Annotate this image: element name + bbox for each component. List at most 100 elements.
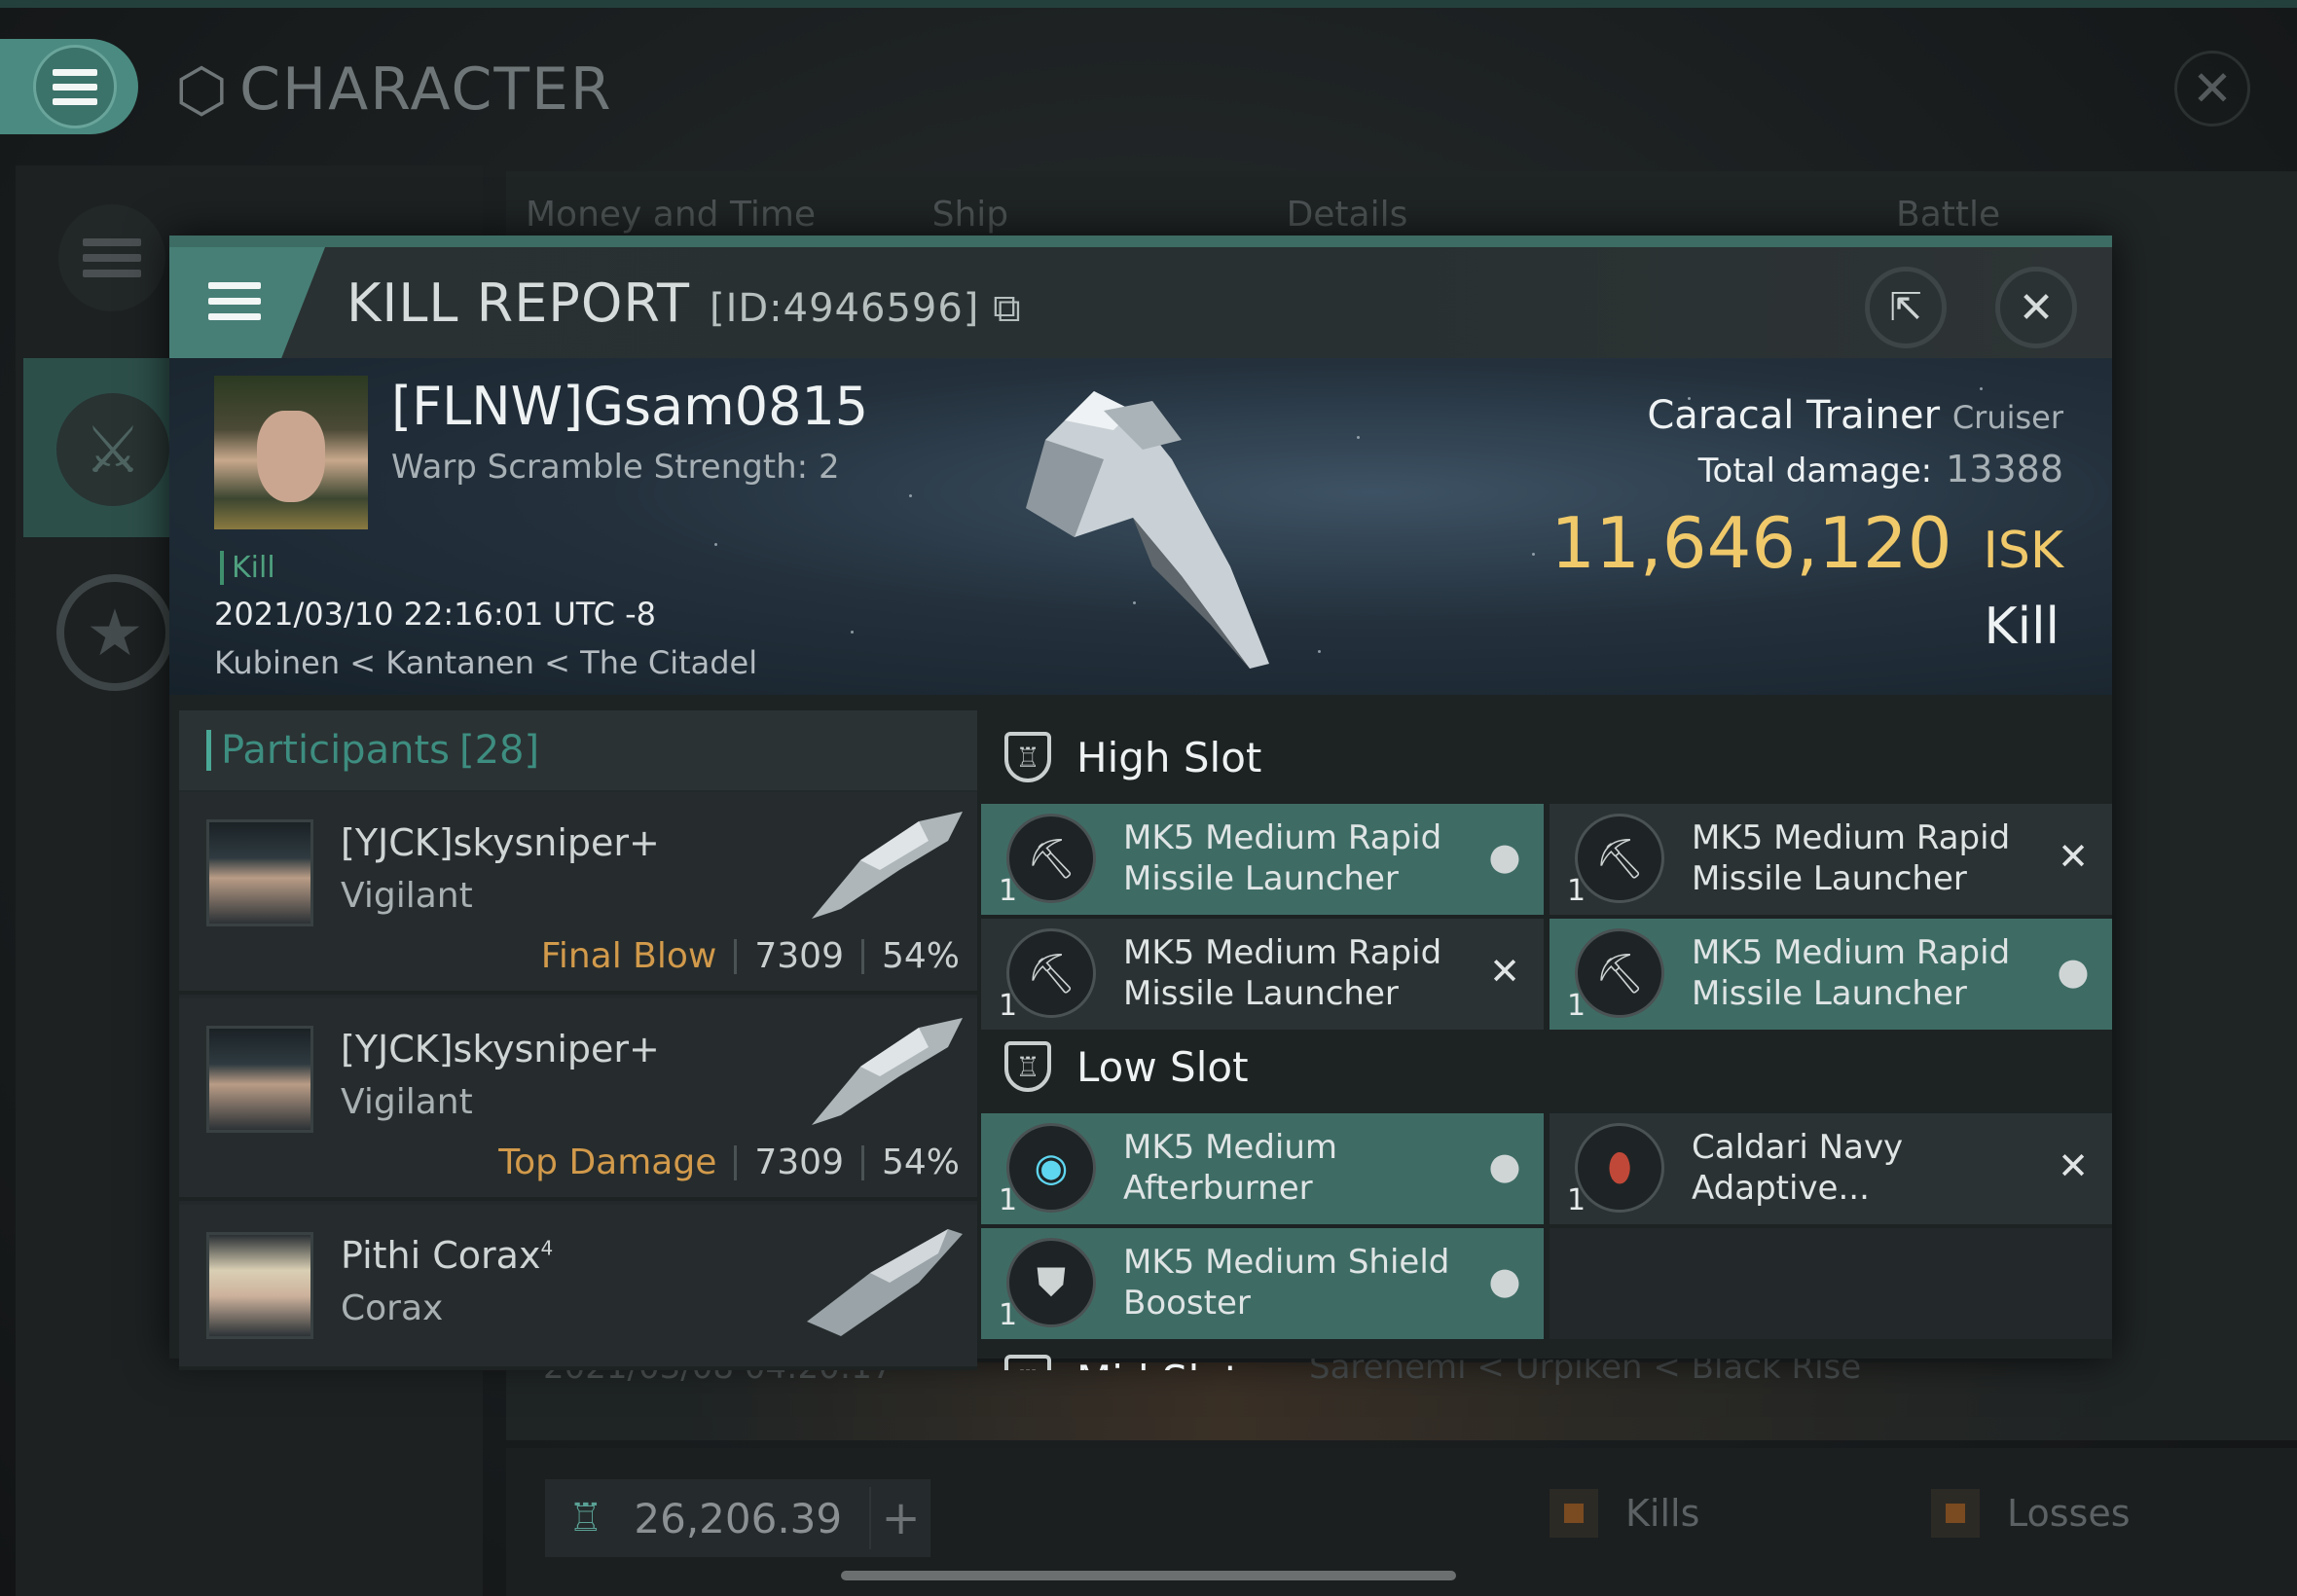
- participants-accent: [206, 730, 211, 771]
- balance-value: 26,206.39: [634, 1494, 843, 1542]
- victim-ship-image: [1026, 391, 1269, 669]
- hamburger-icon: [53, 68, 97, 105]
- warp-scramble-strength: Warp Scramble Strength: 2: [391, 448, 840, 487]
- character-icon: ⬡: [175, 54, 231, 126]
- participant-avatar: [206, 819, 313, 926]
- kill-report-title-text: KILL REPORT: [346, 272, 690, 334]
- low-slot-icon: ♖: [1004, 1041, 1051, 1092]
- participant-row[interactable]: Pithi Corax4 Corax: [179, 1205, 977, 1370]
- module-qty: 1: [999, 1298, 1018, 1332]
- destroyed-x-icon: ✕: [1489, 950, 1520, 993]
- mid-slot-header: ♖ Mid Slot: [981, 1333, 2112, 1370]
- module-name: MK5 Medium Rapid Missile Launcher: [1692, 818, 2011, 898]
- module-item[interactable]: ⛏ 1 MK5 Medium Rapid Missile Launcher ●: [981, 804, 1544, 915]
- module-name: MK5 Medium Afterburner: [1123, 1128, 1338, 1208]
- isk-balance: ♖ 26,206.39 +: [545, 1479, 930, 1557]
- module-item[interactable]: ⛏ 1 MK5 Medium Rapid Missile Launcher ✕: [1550, 804, 2112, 915]
- participant-stats: Top Damage 7309 54%: [498, 1143, 960, 1182]
- app-background: ⬡ CHARACTER ✕ ⚔ ★ Money and Time Ship De…: [0, 0, 2297, 1596]
- crossed-swords-icon[interactable]: ⚔: [56, 393, 169, 506]
- participants-header[interactable]: Participants [28]: [179, 710, 977, 790]
- module-qty: 1: [1567, 1183, 1586, 1217]
- close-button[interactable]: ✕: [1995, 267, 2077, 348]
- module-qty: 1: [999, 874, 1018, 908]
- module-qty: 1: [1567, 989, 1586, 1023]
- share-button[interactable]: ⇱: [1865, 267, 1947, 348]
- participants-label: Participants: [221, 728, 450, 773]
- fitting-panel: ♖ High Slot ⛏ 1 MK5 Medium Rapid Missile…: [981, 710, 2112, 1370]
- module-name: MK5 Medium Shield Booster: [1123, 1243, 1450, 1323]
- participant-name: [YJCK]skysniper+: [341, 1028, 660, 1070]
- module-name: MK5 Medium Rapid Missile Launcher: [1123, 818, 1442, 898]
- kill-tag: Kill: [220, 551, 275, 585]
- hamburger-icon: [208, 282, 261, 320]
- kill-location[interactable]: Kubinen < Kantanen < The Citadel: [214, 644, 757, 681]
- participant-role: Final Blow: [540, 936, 717, 976]
- close-icon[interactable]: ✕: [2174, 51, 2250, 127]
- participant-ship: Vigilant: [341, 876, 473, 916]
- kill-report-id[interactable]: [ID:4946596] ⧉: [710, 286, 1022, 331]
- page-title-text: CHARACTER: [239, 55, 613, 124]
- module-qty: 1: [1567, 874, 1586, 908]
- participant-ship: Vigilant: [341, 1082, 473, 1122]
- victim-ship[interactable]: Caracal Trainer Cruiser: [1647, 393, 2063, 438]
- total-damage-value: 13388: [1946, 448, 2063, 490]
- ship-name: Caracal Trainer: [1647, 393, 1941, 438]
- adaptive-hardener-icon: ⬮: [1575, 1123, 1664, 1213]
- low-slot-header: ♖ Low Slot: [981, 1020, 2112, 1113]
- share-icon: ⇱: [1889, 285, 1922, 330]
- participant-damage: 7309: [754, 936, 844, 976]
- add-isk-button[interactable]: +: [869, 1487, 930, 1549]
- participant-avatar: [206, 1026, 313, 1133]
- victim-name[interactable]: [FLNW]Gsam0815: [391, 376, 868, 437]
- kill-result: Kill: [1984, 598, 2060, 656]
- participant-damage: 7309: [754, 1143, 844, 1182]
- high-slot-header: ♖ High Slot: [981, 710, 2112, 804]
- participants-count: [28]: [458, 728, 540, 773]
- missile-launcher-icon: ⛏: [1006, 928, 1096, 1018]
- legend-losses-label: Losses: [2007, 1492, 2131, 1535]
- total-damage: Total damage: 13388: [1698, 448, 2063, 490]
- module-item[interactable]: ⛊ 1 MK5 Medium Shield Booster ●: [981, 1228, 1544, 1339]
- page-title: ⬡ CHARACTER: [175, 51, 613, 128]
- isk-icon: ♖: [568, 1496, 603, 1541]
- module-qty: 1: [999, 1183, 1018, 1217]
- close-icon: ✕: [2018, 282, 2055, 333]
- participant-row[interactable]: [YJCK]skysniper+ Vigilant Final Blow 730…: [179, 792, 977, 995]
- home-indicator: [841, 1571, 1456, 1580]
- participant-ship-image: [807, 1229, 963, 1336]
- missile-launcher-icon: ⛏: [1575, 928, 1664, 1018]
- dropped-person-icon: ●: [1488, 1259, 1521, 1302]
- module-item[interactable]: ⛏ 1 MK5 Medium Rapid Missile Launcher ●: [1550, 919, 2112, 1030]
- participant-stats: Final Blow 7309 54%: [541, 936, 960, 976]
- participant-percent: 54%: [881, 1143, 960, 1182]
- legend-losses[interactable]: Losses: [1931, 1489, 2131, 1538]
- participant-role: Top Damage: [498, 1143, 717, 1182]
- isk-amount: 11,646,120: [1550, 502, 1952, 584]
- module-name: MK5 Medium Rapid Missile Launcher: [1123, 933, 1442, 1013]
- module-item[interactable]: ⬮ 1 Caldari Navy Adaptive... ✕: [1550, 1113, 2112, 1224]
- kill-report-title: KILL REPORT [ID:4946596] ⧉: [346, 272, 1022, 334]
- participant-name: Pithi Corax4: [341, 1234, 553, 1277]
- dropped-person-icon: ●: [1488, 1144, 1521, 1187]
- losses-swatch: [1931, 1489, 1980, 1538]
- module-item[interactable]: ⛏ 1 MK5 Medium Rapid Missile Launcher ✕: [981, 919, 1544, 1030]
- star-icon[interactable]: ★: [56, 574, 173, 691]
- high-slot-label: High Slot: [1076, 733, 1262, 781]
- legend-kills[interactable]: Kills: [1550, 1489, 1699, 1538]
- victim-portrait[interactable]: [214, 376, 368, 529]
- missile-launcher-icon: ⛏: [1006, 814, 1096, 903]
- total-damage-label: Total damage:: [1697, 452, 1933, 490]
- main-menu-button[interactable]: [0, 39, 138, 134]
- kill-report-header: KILL REPORT [ID:4946596] ⧉ ⇱ ✕: [169, 247, 2112, 358]
- kill-time: 2021/03/10 22:16:01 UTC -8: [214, 596, 657, 633]
- side-menu-button[interactable]: [58, 204, 165, 311]
- module-name: MK5 Medium Rapid Missile Launcher: [1692, 933, 2011, 1013]
- module-name: Caldari Navy Adaptive...: [1692, 1128, 1904, 1208]
- kill-report-menu-button[interactable]: [169, 247, 325, 358]
- copy-icon[interactable]: ⧉: [979, 286, 1021, 331]
- shield-booster-icon: ⛊: [1006, 1238, 1096, 1327]
- afterburner-icon: ◉: [1006, 1123, 1096, 1213]
- participant-row[interactable]: [YJCK]skysniper+ Vigilant Top Damage 730…: [179, 998, 977, 1201]
- module-item[interactable]: ◉ 1 MK5 Medium Afterburner ●: [981, 1113, 1544, 1224]
